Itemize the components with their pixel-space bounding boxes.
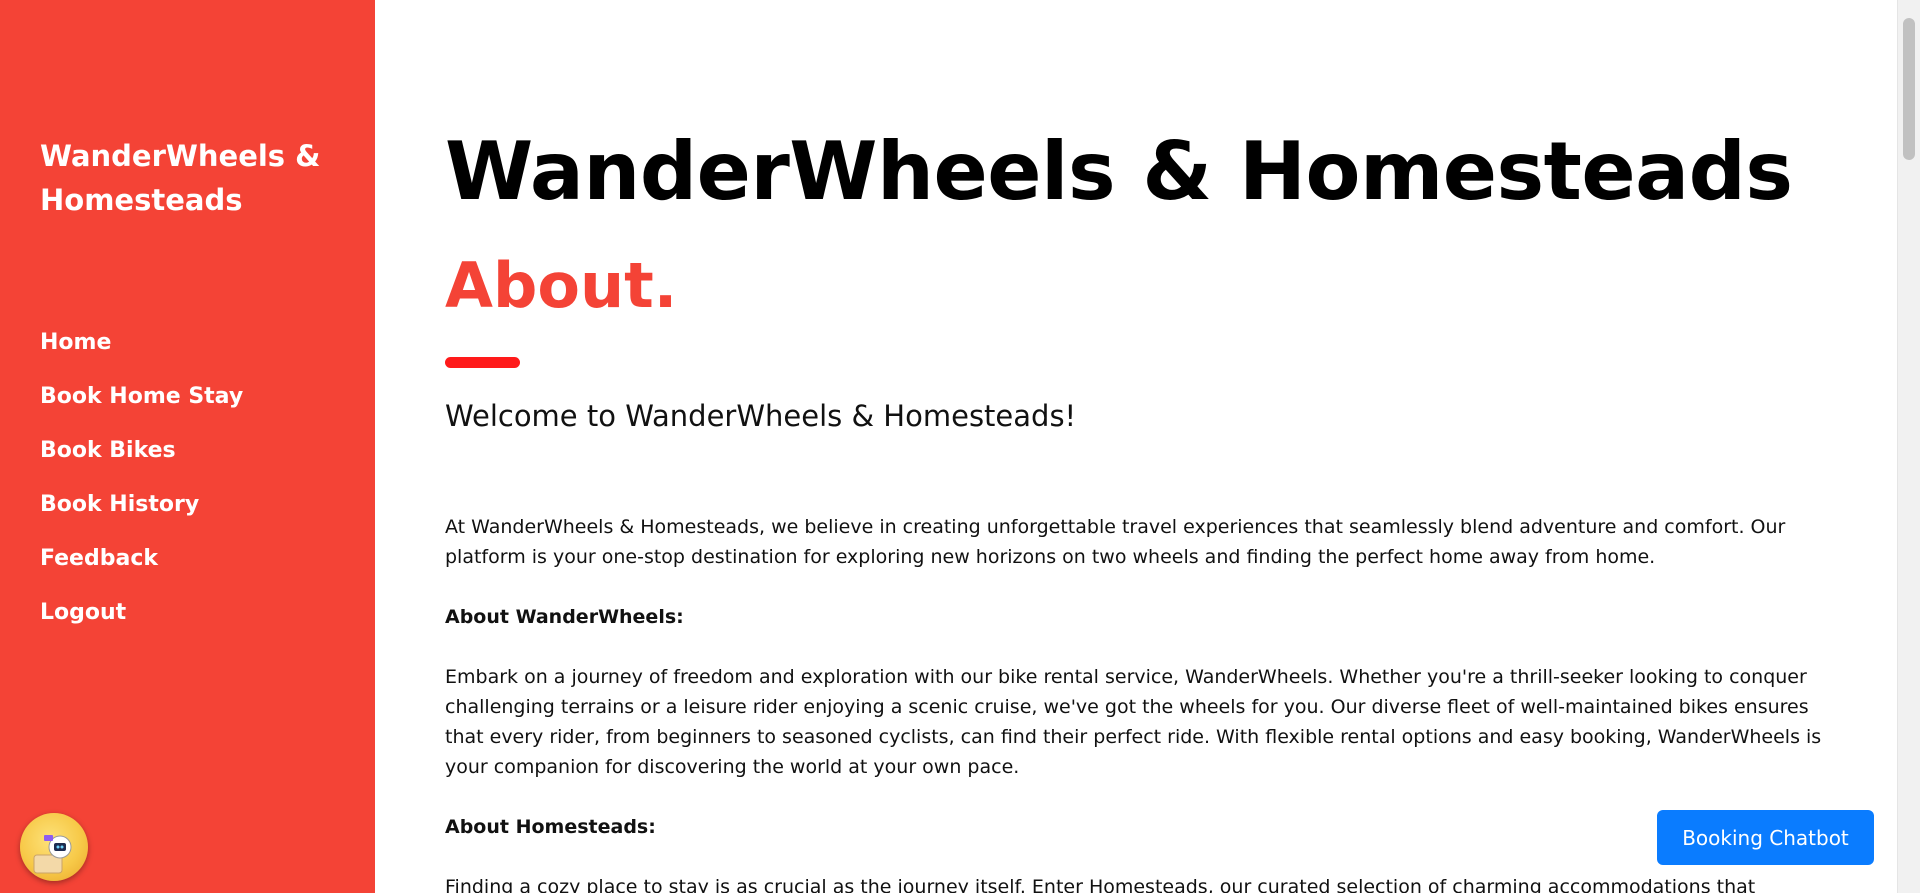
- about-heading: About.: [445, 249, 678, 322]
- page-title: WanderWheels & Homesteads: [445, 125, 1793, 218]
- scrollbar-thumb[interactable]: [1903, 18, 1915, 160]
- about-wanderwheels-heading: About WanderWheels:: [445, 606, 684, 628]
- booking-chatbot-button[interactable]: Booking Chatbot: [1657, 810, 1874, 865]
- page-scrollbar[interactable]: [1897, 0, 1920, 893]
- main-content: WanderWheels & Homesteads About. Welcome…: [375, 0, 1898, 893]
- homesteads-paragraph: Finding a cozy place to stay is as cruci…: [445, 876, 1756, 893]
- nav-item-home[interactable]: Home: [40, 324, 243, 378]
- robot-assistant-graphic: [33, 835, 72, 874]
- nav-item-book-bikes[interactable]: Book Bikes: [40, 432, 243, 486]
- sidebar-nav: Home Book Home Stay Book Bikes Book Hist…: [40, 324, 243, 648]
- intro-paragraph: At WanderWheels & Homesteads, we believe…: [445, 516, 1786, 568]
- nav-item-book-history[interactable]: Book History: [40, 486, 243, 540]
- robot-assistant-icon[interactable]: [20, 813, 88, 881]
- nav-item-book-home-stay[interactable]: Book Home Stay: [40, 378, 243, 432]
- nav-item-logout[interactable]: Logout: [40, 594, 243, 648]
- heading-accent-bar: [445, 357, 520, 368]
- about-content: At WanderWheels & Homesteads, we believe…: [445, 512, 1835, 893]
- wanderwheels-paragraph: Embark on a journey of freedom and explo…: [445, 666, 1822, 778]
- about-homesteads-heading: About Homesteads:: [445, 816, 656, 838]
- welcome-heading: Welcome to WanderWheels & Homesteads!: [445, 399, 1077, 433]
- nav-item-feedback[interactable]: Feedback: [40, 540, 243, 594]
- sidebar: WanderWheels & Homesteads Home Book Home…: [0, 0, 375, 893]
- brand-title[interactable]: WanderWheels & Homesteads: [40, 134, 340, 222]
